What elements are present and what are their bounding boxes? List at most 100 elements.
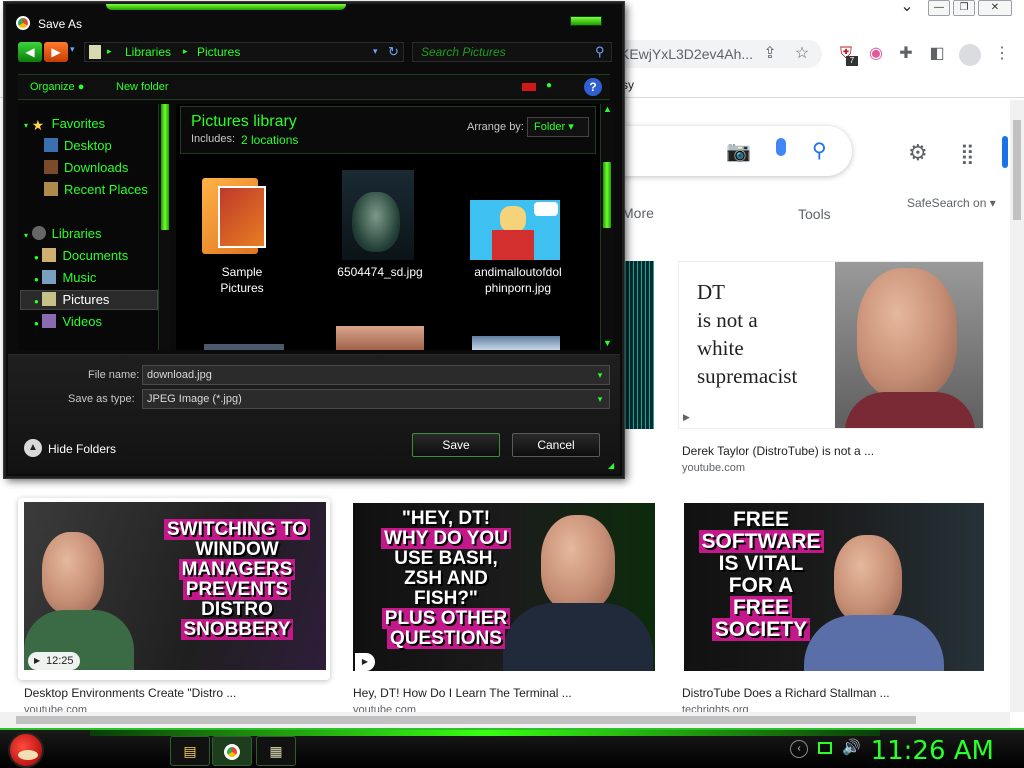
- nav-videos[interactable]: ● Videos: [34, 312, 102, 332]
- safesearch-toggle[interactable]: SafeSearch on ▾: [907, 196, 996, 210]
- microphone-icon[interactable]: [776, 138, 786, 156]
- result-title-4[interactable]: DistroTube Does a Richard Stallman ...: [682, 686, 890, 700]
- address-dropdown-icon[interactable]: ▾: [373, 46, 378, 57]
- includes-locations-link[interactable]: 2 locations: [241, 133, 298, 147]
- help-icon[interactable]: ?: [584, 78, 602, 96]
- breadcrumb-libraries[interactable]: Libraries: [125, 45, 171, 59]
- start-button-angry-bird-icon[interactable]: [8, 732, 44, 768]
- search-pictures-input[interactable]: Search Pictures ⚲: [412, 42, 612, 62]
- resize-grip-icon[interactable]: ◢: [608, 461, 614, 470]
- file-item-sample-pictures[interactable]: [200, 174, 272, 258]
- refresh-icon[interactable]: ↻: [388, 44, 399, 60]
- breadcrumb-pictures[interactable]: Pictures: [197, 45, 240, 59]
- side-panel-icon[interactable]: ◧: [927, 44, 947, 64]
- library-icon: [89, 45, 101, 59]
- result-source-1[interactable]: youtube.com: [682, 462, 745, 474]
- file-thumb-partial[interactable]: [336, 326, 424, 350]
- nav-scrollbar[interactable]: [158, 104, 170, 350]
- file-name-cartoon[interactable]: andimalloutofdol phinporn.jpg: [458, 264, 578, 296]
- search-icon[interactable]: ⚲: [595, 44, 605, 60]
- file-name-sample-pictures[interactable]: Sample Pictures: [190, 264, 294, 296]
- search-box[interactable]: 📷 ⚲: [600, 126, 852, 176]
- save-as-type-select[interactable]: JPEG Image (*.jpg) ▾: [142, 389, 610, 409]
- address-bar[interactable]: ▸ Libraries ▸ Pictures ▾ ↻: [84, 42, 404, 62]
- hide-folders-button[interactable]: Hide Folders: [48, 442, 116, 456]
- save-button[interactable]: Save: [412, 433, 500, 457]
- pride-flag-extension-icon[interactable]: ◉: [866, 44, 886, 64]
- nav-music[interactable]: ● Music: [34, 268, 96, 288]
- organize-button[interactable]: Organize ●: [30, 81, 84, 93]
- settings-gear-icon[interactable]: ⚙: [908, 140, 928, 166]
- apps-grid-icon[interactable]: ⣿: [960, 141, 975, 166]
- network-icon[interactable]: [818, 742, 832, 754]
- scroll-up-icon[interactable]: ▲: [603, 104, 612, 114]
- nav-libraries[interactable]: ▾ Libraries: [24, 224, 102, 244]
- file-name-6504474[interactable]: 6504474_sd.jpg: [318, 264, 442, 280]
- scrollbar-thumb[interactable]: [1013, 120, 1021, 220]
- nav-pictures[interactable]: ● Pictures: [34, 290, 109, 310]
- search-icon[interactable]: ⚲: [812, 138, 827, 163]
- file-name-input[interactable]: download.jpg ▾: [142, 365, 610, 385]
- extensions-puzzle-icon[interactable]: ✚: [896, 44, 916, 64]
- camera-icon[interactable]: 📷: [726, 139, 751, 164]
- nav-scrollbar-thumb[interactable]: [161, 104, 169, 230]
- view-options-icon[interactable]: [522, 83, 536, 91]
- close-dialog-button[interactable]: [570, 16, 602, 26]
- page-vertical-scrollbar[interactable]: [1010, 100, 1024, 712]
- share-icon[interactable]: ⇪: [760, 44, 780, 64]
- save-type-dropdown-icon[interactable]: ▾: [593, 392, 607, 406]
- forward-arrow-icon[interactable]: ▶: [44, 42, 68, 62]
- nav-desktop[interactable]: Desktop: [44, 136, 112, 156]
- content-scrollbar[interactable]: ▲ ▼: [600, 104, 614, 350]
- result-card-2[interactable]: SWITCHING TO WINDOW MANAGERS PREVENTS DI…: [18, 498, 330, 680]
- scroll-down-icon[interactable]: ▼: [603, 338, 612, 348]
- nav-music-label: Music: [62, 270, 97, 285]
- play-icon: ▶: [355, 653, 375, 671]
- restore-button[interactable]: ❐: [953, 0, 975, 16]
- nav-downloads[interactable]: Downloads: [44, 158, 128, 178]
- hide-folders-chevron-icon[interactable]: ▲: [24, 439, 42, 457]
- new-folder-button[interactable]: New folder: [116, 81, 169, 93]
- nav-downloads-label: Downloads: [64, 160, 129, 175]
- result-thumbnail-4[interactable]: FREE SOFTWARE IS VITAL FOR A FREE SOCIET…: [684, 503, 984, 671]
- result-thumbnail-hidden[interactable]: [622, 261, 654, 429]
- omnibox[interactable]: KEwjYxL3D2ev4Ah... ⇪ ☆: [600, 40, 822, 68]
- result-title-1[interactable]: Derek Taylor (DistroTube) is not a ...: [682, 444, 874, 458]
- content-scrollbar-thumb[interactable]: [603, 162, 611, 228]
- show-hidden-icons-icon[interactable]: ‹: [790, 740, 808, 758]
- result-thumbnail-3[interactable]: "HEY, DT! WHY DO YOU USE BASH, ZSH AND F…: [353, 503, 655, 671]
- taskbar-save-dialog-icon[interactable]: ▦: [256, 736, 296, 766]
- taskbar-chrome-icon[interactable]: [212, 736, 252, 766]
- tab-tools[interactable]: Tools: [798, 206, 831, 222]
- result-title-3[interactable]: Hey, DT! How Do I Learn The Terminal ...: [353, 686, 572, 700]
- nav-documents[interactable]: ● Documents: [34, 246, 128, 266]
- profile-avatar[interactable]: [959, 44, 981, 66]
- scrollbar-thumb[interactable]: [16, 716, 916, 724]
- history-chevron-icon[interactable]: ▾: [70, 44, 75, 55]
- nav-recent-places[interactable]: Recent Places: [44, 180, 148, 200]
- volume-icon[interactable]: 🔊: [842, 738, 861, 756]
- tab-search-chevron-icon[interactable]: ⌄: [896, 0, 918, 16]
- file-thumb-cartoon[interactable]: [470, 200, 560, 260]
- command-bar: Organize ● New folder ● ?: [18, 74, 610, 100]
- cancel-button[interactable]: Cancel: [512, 433, 600, 457]
- page-horizontal-scrollbar[interactable]: [0, 712, 1010, 728]
- file-thumb-partial[interactable]: [472, 336, 560, 350]
- back-arrow-icon[interactable]: ◀: [18, 42, 42, 62]
- file-thumb-6504474[interactable]: [342, 170, 414, 260]
- taskbar-explorer-icon[interactable]: ▤: [170, 736, 210, 766]
- tab-more[interactable]: More: [622, 205, 654, 221]
- arrange-by-dropdown[interactable]: Folder ▾: [527, 117, 589, 137]
- result-title-2[interactable]: Desktop Environments Create "Distro ...: [24, 686, 236, 700]
- minimize-button[interactable]: —: [928, 0, 950, 16]
- file-name-dropdown-icon[interactable]: ▾: [593, 368, 607, 382]
- file-thumb-partial[interactable]: [204, 344, 284, 350]
- close-window-button[interactable]: ✕: [978, 0, 1012, 16]
- nav-favorites[interactable]: ▾ ★ Favorites: [24, 114, 105, 134]
- bookmark-star-icon[interactable]: ☆: [792, 44, 812, 64]
- taskbar-clock[interactable]: 11:26 AM: [871, 736, 994, 766]
- browser-menu-icon[interactable]: ⋮: [992, 44, 1012, 64]
- sign-in-button-edge[interactable]: [1002, 136, 1008, 168]
- result-thumbnail-1[interactable]: DT is not a white supremacist ▶: [678, 261, 984, 429]
- view-dropdown-icon[interactable]: ●: [546, 80, 552, 91]
